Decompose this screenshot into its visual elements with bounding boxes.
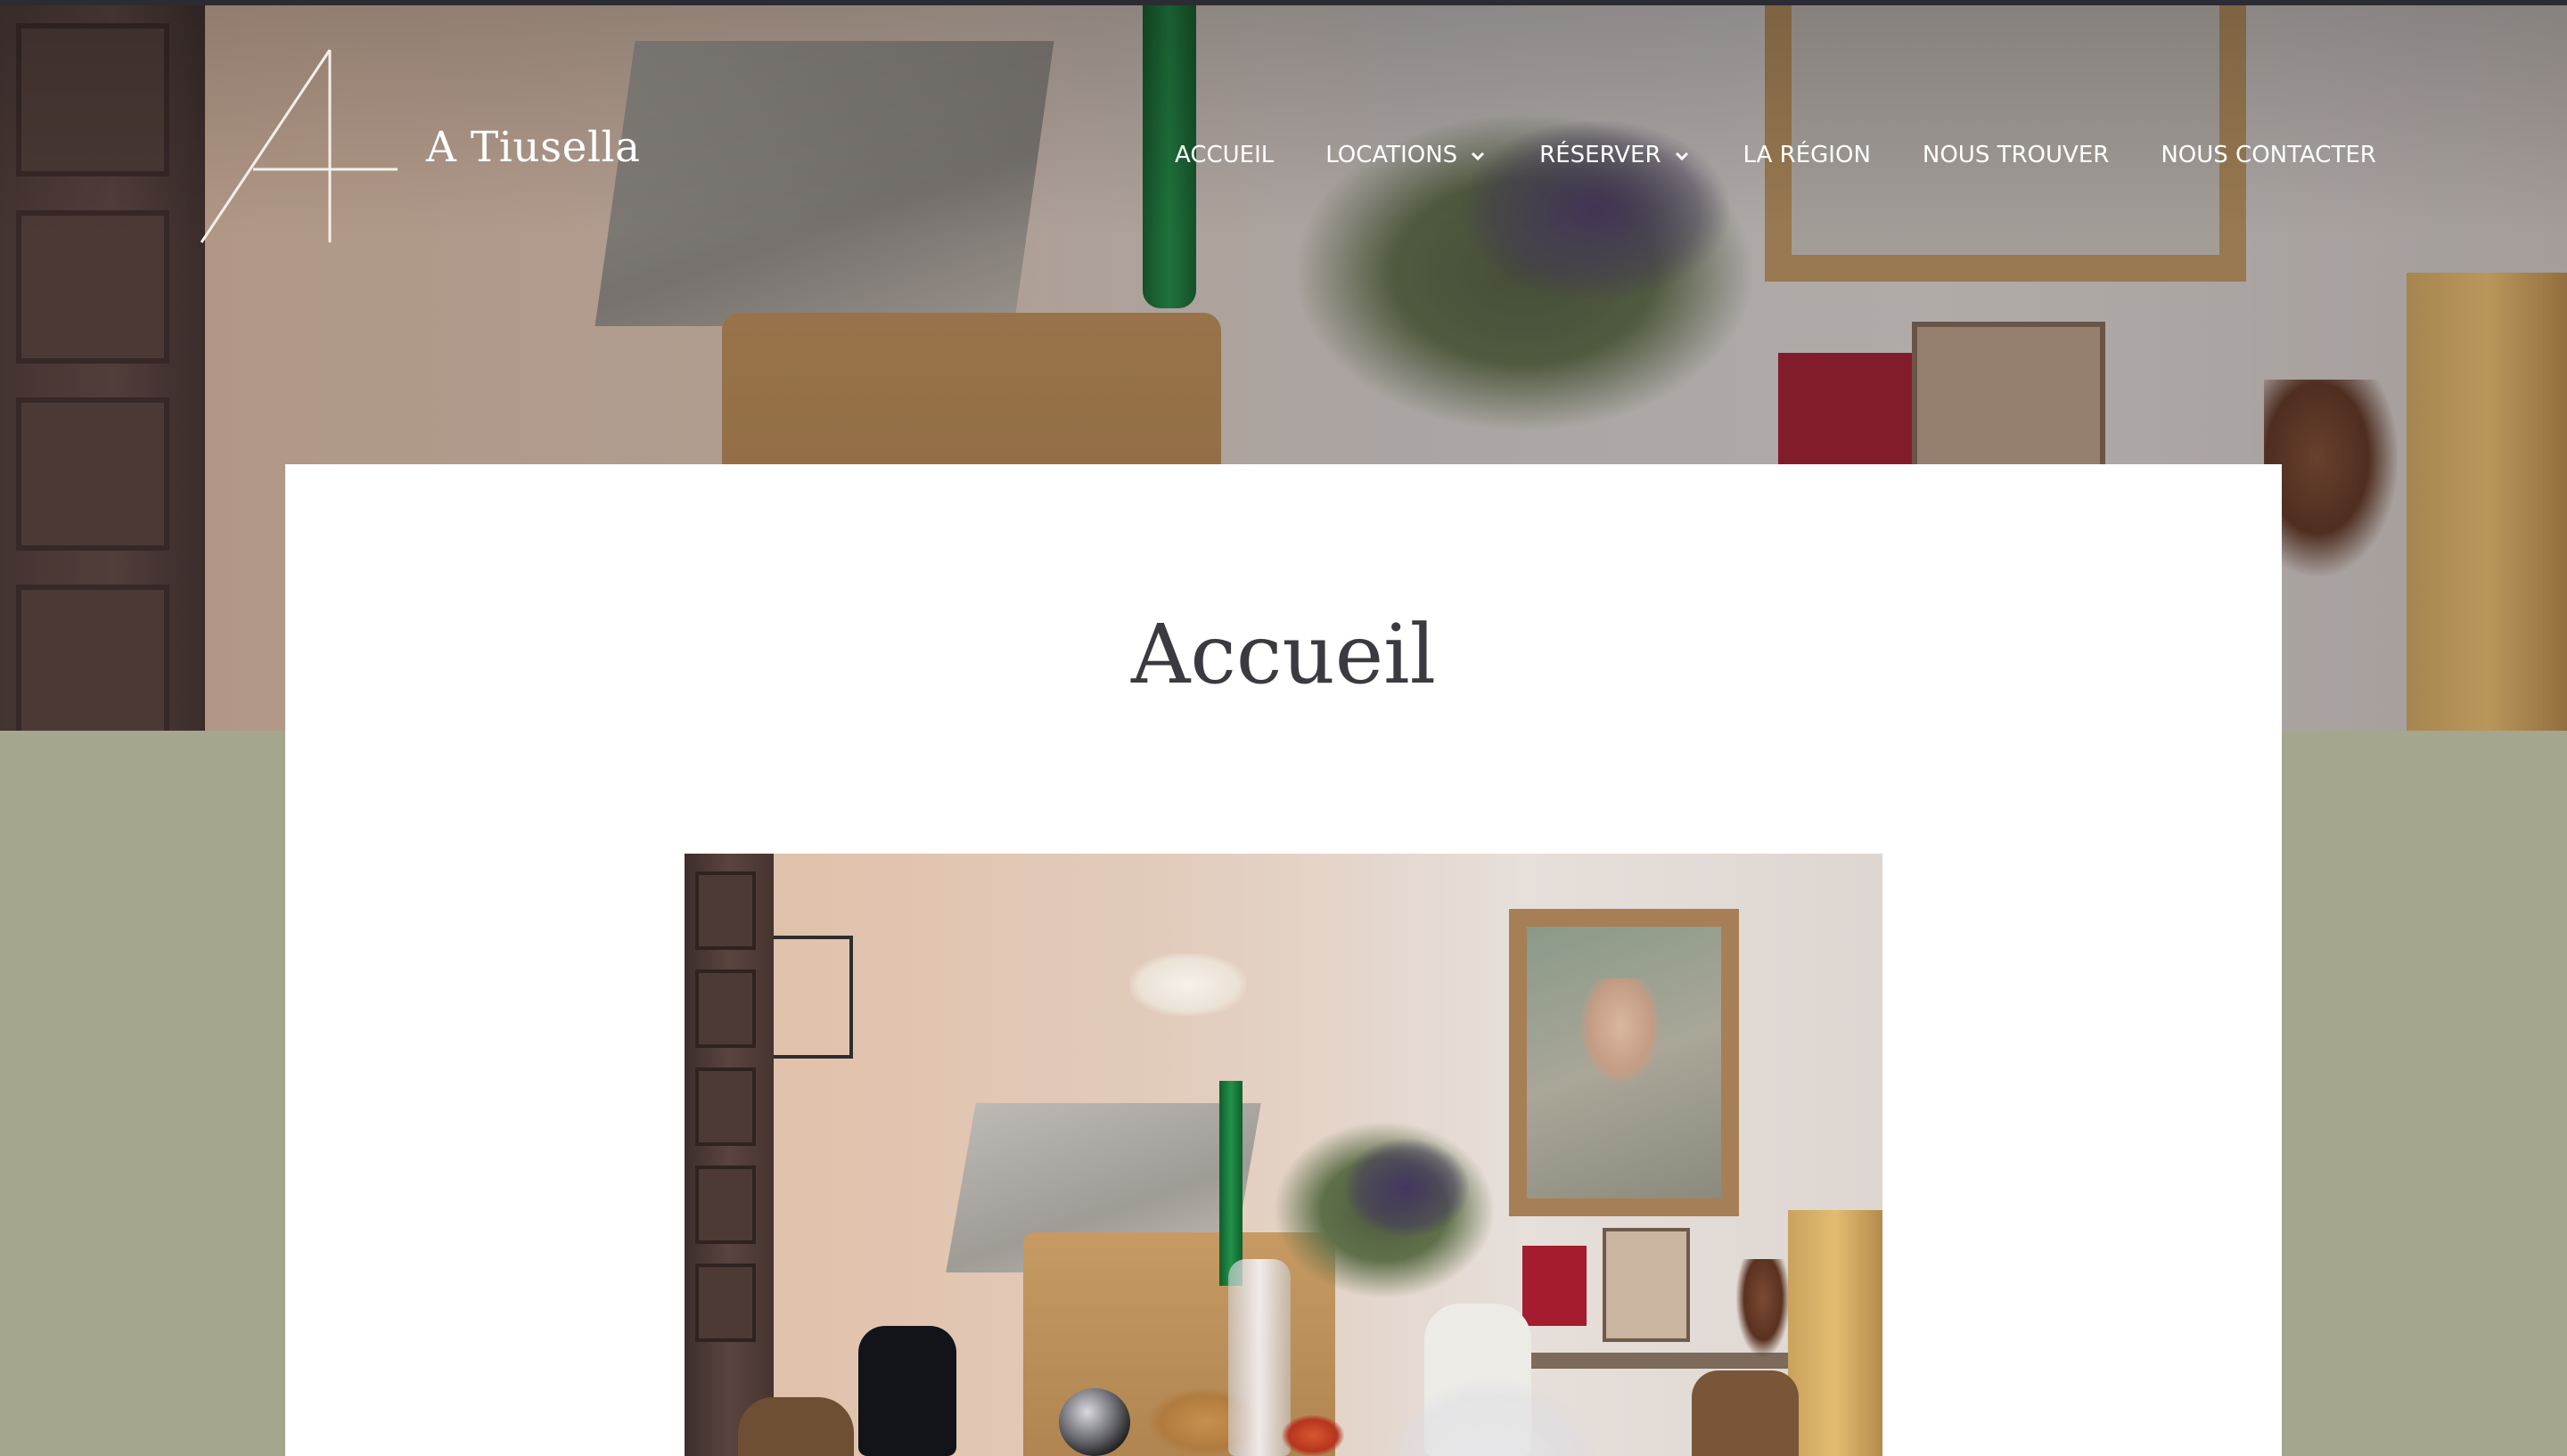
photo-metal-ball	[1059, 1388, 1130, 1456]
nav-item-label: NOUS CONTACTER	[2161, 142, 2376, 168]
photo-lamp-bracket	[769, 936, 853, 1059]
nav-item-label: RÉSERVER	[1539, 142, 1661, 168]
nav-item-label: ACCUEIL	[1175, 142, 1275, 168]
photo-door-panel	[695, 969, 756, 1048]
page-title: Accueil	[1130, 607, 1437, 702]
chevron-down-icon[interactable]	[1672, 145, 1692, 165]
photo-black-jug	[858, 1326, 956, 1456]
photo-portrait-face	[1580, 978, 1661, 1085]
photo-green-vase	[1219, 1081, 1242, 1286]
photo-glass-cloche	[1380, 1379, 1603, 1456]
photo-small-frame	[1603, 1228, 1690, 1342]
page: A Tiusella ACCUEIL LOCATIONS RÉSERVER LA…	[0, 0, 2567, 1456]
nav-item-accueil[interactable]: ACCUEIL	[1175, 142, 1274, 168]
content-card: Accueil	[285, 464, 2282, 1456]
photo-door-panel	[695, 1166, 756, 1244]
site-title[interactable]: A Tiusella	[426, 123, 641, 172]
nav-item-reserver[interactable]: RÉSERVER	[1539, 142, 1691, 168]
photo-red-glass	[1522, 1246, 1587, 1326]
photo-door-panel	[695, 1067, 756, 1146]
photo-fruit	[1282, 1415, 1344, 1456]
main-navigation: ACCUEIL LOCATIONS RÉSERVER LA RÉGION NOU…	[1175, 137, 2376, 173]
photo-bust	[1736, 1259, 1790, 1357]
nav-item-label: LOCATIONS	[1325, 142, 1458, 168]
photo-door-panel	[695, 1264, 756, 1342]
nav-item-nous-contacter[interactable]: NOUS CONTACTER	[2161, 142, 2376, 168]
photo-chair-left	[738, 1397, 854, 1456]
chevron-down-icon[interactable]	[1468, 145, 1488, 165]
a-monogram-logo-icon[interactable]	[200, 48, 398, 246]
nav-item-la-region[interactable]: LA RÉGION	[1743, 142, 1871, 168]
nav-item-nous-trouver[interactable]: NOUS TROUVER	[1923, 142, 2109, 168]
photo-chair-right	[1692, 1370, 1799, 1456]
featured-interior-photo	[685, 854, 1882, 1456]
photo-wall-sconce	[1130, 953, 1246, 1016]
nav-item-locations[interactable]: LOCATIONS	[1325, 142, 1488, 168]
nav-item-label: LA RÉGION	[1743, 142, 1871, 168]
photo-wood-chair	[1788, 1210, 1882, 1456]
photo-door-panel	[695, 871, 756, 950]
photo-flowers	[1344, 1139, 1469, 1237]
nav-item-label: NOUS TROUVER	[1922, 142, 2110, 168]
